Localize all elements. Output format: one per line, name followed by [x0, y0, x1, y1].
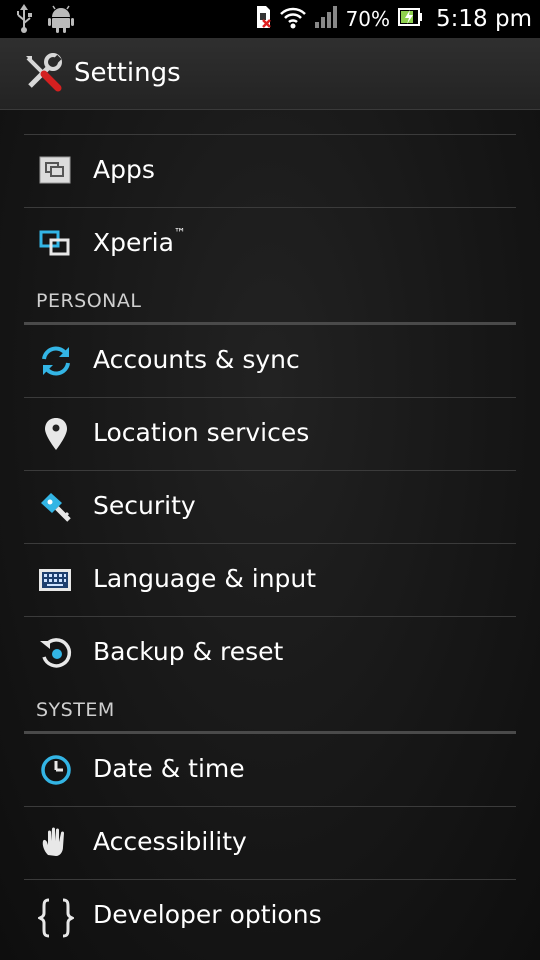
- location-pin-icon: [38, 416, 74, 452]
- settings-item-backup-reset[interactable]: Backup & reset: [24, 617, 516, 689]
- settings-item-accessibility[interactable]: Accessibility: [24, 807, 516, 879]
- partially-hidden-row[interactable]: [0, 110, 540, 134]
- status-bar: 70% 5:18 pm: [0, 0, 540, 38]
- settings-item-label: Date & time: [93, 754, 245, 783]
- android-debug-icon: [48, 5, 74, 37]
- settings-item-xperia[interactable]: Xperia™: [24, 208, 516, 280]
- sim-error-icon: [256, 5, 272, 33]
- settings-screen: 70% 5:18 pm Settings Apps Xperia™ PERSON…: [0, 0, 540, 960]
- section-header-label: PERSONAL: [36, 290, 142, 312]
- signal-icon: [314, 5, 338, 33]
- settings-item-label: Accessibility: [93, 827, 247, 856]
- section-header-label: SYSTEM: [36, 699, 115, 721]
- backup-reset-icon: [38, 635, 74, 671]
- keyboard-icon: [38, 562, 74, 598]
- settings-item-developer-options[interactable]: Developer options: [24, 880, 516, 952]
- section-header-system: SYSTEM: [24, 689, 516, 734]
- battery-charging-icon: [398, 7, 423, 31]
- xperia-icon: [38, 226, 74, 262]
- settings-tools-icon[interactable]: [22, 52, 64, 94]
- settings-item-label: Apps: [93, 155, 155, 184]
- settings-item-label: Language & input: [93, 564, 317, 593]
- settings-item-accounts-sync[interactable]: Accounts & sync: [24, 325, 516, 397]
- section-header-personal: PERSONAL: [24, 280, 516, 325]
- clock-icon: [38, 752, 74, 788]
- settings-item-apps[interactable]: Apps: [24, 135, 516, 207]
- security-key-icon: [38, 489, 74, 525]
- settings-item-language-input[interactable]: Language & input: [24, 544, 516, 616]
- settings-item-label: Accounts & sync: [93, 345, 300, 374]
- sync-icon: [38, 343, 74, 379]
- settings-item-location-services[interactable]: Location services: [24, 398, 516, 470]
- braces-icon: [36, 898, 76, 938]
- apps-icon: [38, 153, 74, 189]
- settings-item-label: Security: [93, 491, 196, 520]
- battery-percent: 70%: [345, 7, 391, 31]
- action-bar: Settings: [0, 38, 540, 110]
- settings-list[interactable]: Apps Xperia™ PERSONAL Accounts & sync Lo…: [0, 110, 540, 952]
- settings-item-label: Xperia™: [93, 226, 186, 257]
- settings-item-security[interactable]: Security: [24, 471, 516, 543]
- settings-item-label: Developer options: [93, 900, 322, 929]
- hand-icon: [38, 825, 74, 861]
- wifi-icon: [279, 5, 306, 33]
- usb-icon: [14, 4, 34, 38]
- trademark-symbol: ™: [173, 226, 186, 240]
- status-clock: 5:18 pm: [436, 6, 532, 32]
- settings-item-date-time[interactable]: Date & time: [24, 734, 516, 806]
- settings-item-label: Backup & reset: [93, 637, 284, 666]
- settings-item-label: Location services: [93, 418, 310, 447]
- page-title: Settings: [74, 58, 181, 88]
